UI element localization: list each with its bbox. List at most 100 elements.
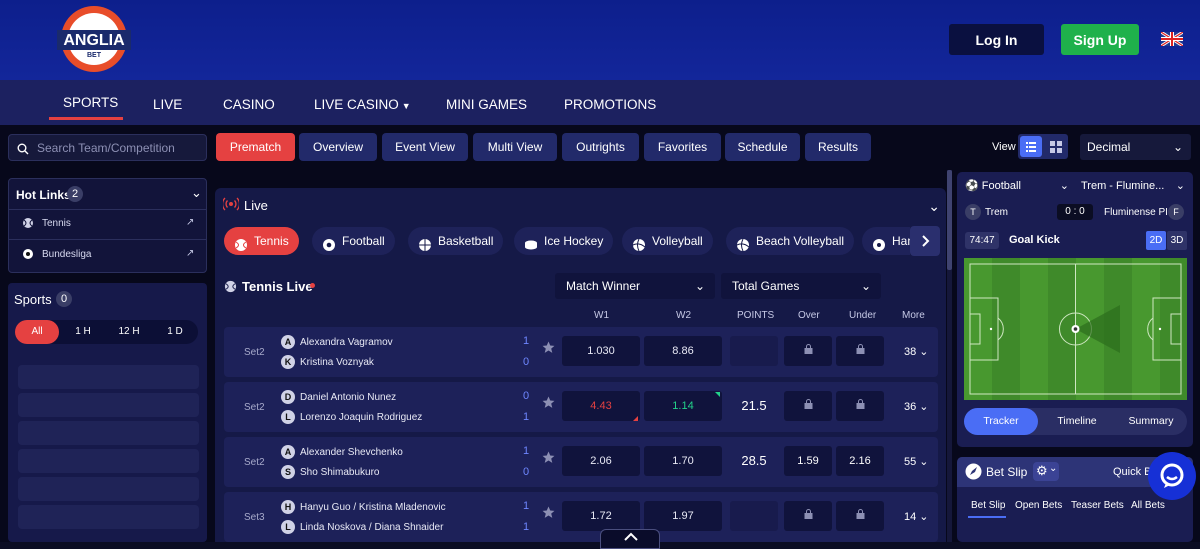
lock-icon (784, 501, 832, 531)
market-select-2[interactable]: Total Games ⌄ (721, 273, 881, 299)
filter-1h[interactable]: 1 H (61, 320, 105, 344)
mode-3d-button[interactable]: 3D (1167, 231, 1187, 250)
login-button[interactable]: Log In (949, 24, 1044, 55)
time-filter: All 1 H 12 H 1 D (15, 320, 198, 344)
hot-link-label: Bundesliga (42, 249, 92, 260)
sport-tab-football[interactable]: Football (312, 227, 395, 255)
favorite-star-icon[interactable] (542, 506, 555, 524)
chevron-down-icon[interactable]: ⌄ (928, 198, 940, 215)
grid-view-icon[interactable] (1046, 136, 1066, 157)
tab-outrights[interactable]: Outrights (562, 133, 639, 161)
tab-overview[interactable]: Overview (299, 133, 377, 161)
tab-tracker[interactable]: Tracker (964, 408, 1038, 435)
nav-live-casino[interactable]: LIVE CASINO ▼ (314, 97, 411, 112)
sport-tab-label: Tennis (254, 234, 289, 248)
sport-tab-volleyball[interactable]: Volleyball (622, 227, 713, 255)
odd-w1[interactable]: 1.72 (562, 501, 640, 531)
active-tab-underline (968, 516, 1006, 518)
favorite-star-icon[interactable] (542, 451, 555, 469)
football-icon: ⚽ (965, 180, 979, 192)
sport-tab-beach-volleyball[interactable]: Beach Volleyball (726, 227, 855, 255)
tab-results[interactable]: Results (805, 133, 871, 161)
favorite-star-icon[interactable] (542, 341, 555, 359)
odd-under[interactable]: 2.16 (836, 446, 884, 476)
team-2-score: 0 (523, 466, 530, 478)
tab-timeline[interactable]: Timeline (1040, 408, 1114, 435)
match-row[interactable]: Set2 A Alexander Shevchenko S Sho Shimab… (224, 437, 938, 487)
uk-flag-icon[interactable] (1160, 30, 1184, 48)
more-markets-button[interactable]: 55 ⌄ (904, 455, 929, 468)
scroll-up-button[interactable] (600, 529, 660, 549)
odd-over[interactable]: 1.59 (784, 446, 832, 476)
tracker-match-select[interactable]: Trem - Flumine... ⌄ (1081, 176, 1185, 196)
odd-w2[interactable]: 1.70 (644, 446, 722, 476)
external-link-icon[interactable]: ↗ (186, 248, 194, 259)
column-points: POINTS (737, 310, 775, 321)
filter-all[interactable]: All (15, 320, 59, 344)
football-icon (322, 234, 336, 262)
hot-link-tennis[interactable]: Tennis (22, 217, 71, 232)
anglia-bet-logo[interactable]: ANGLIA BET (55, 4, 133, 74)
mode-2d-button[interactable]: 2D (1146, 231, 1166, 250)
nav-mini-games[interactable]: MINI GAMES (446, 97, 527, 112)
search-input[interactable] (37, 140, 202, 156)
sport-tab-tennis[interactable]: Tennis (224, 227, 299, 255)
column-under: Under (849, 310, 877, 321)
market-select[interactable]: Match Winner ⌄ (555, 273, 715, 299)
search-box[interactable] (8, 134, 207, 161)
team-1-score: 1 (523, 500, 530, 512)
odd-w2[interactable]: 8.86 (644, 336, 722, 366)
nav-live[interactable]: LIVE (153, 97, 182, 112)
filter-1d[interactable]: 1 D (153, 320, 197, 344)
list-view-icon[interactable] (1020, 136, 1042, 157)
tab-all-bets[interactable]: All Bets (1131, 500, 1165, 511)
team-letter-badge: L (281, 520, 295, 534)
team-1-name: Alexandra Vagramov (300, 337, 393, 348)
tab-multi-view[interactable]: Multi View (473, 133, 557, 161)
sport-tab-basketball[interactable]: Basketball (408, 227, 504, 255)
nav-sports[interactable]: SPORTS (63, 95, 118, 110)
sport-item-placeholder (18, 393, 199, 417)
tab-open-bets[interactable]: Open Bets (1015, 500, 1062, 511)
tab-favorites[interactable]: Favorites (644, 133, 721, 161)
tab-summary[interactable]: Summary (1114, 408, 1188, 435)
odd-w1[interactable]: 4.43 (562, 391, 640, 421)
tracker-sport-select[interactable]: ⚽ Football ⌄ (965, 176, 1069, 196)
sport-tab-handball[interactable]: Hand (862, 227, 910, 255)
odds-format-select[interactable]: Decimal ⌄ (1080, 134, 1191, 160)
odd-w1[interactable]: 1.030 (562, 336, 640, 366)
more-markets-button[interactable]: 38 ⌄ (904, 345, 929, 358)
nav-promotions[interactable]: PROMOTIONS (564, 97, 656, 112)
chevron-right-icon[interactable] (910, 226, 940, 256)
odd-w2[interactable]: 1.14 (644, 391, 722, 421)
external-link-icon[interactable]: ↗ (186, 217, 194, 228)
filter-12h[interactable]: 12 H (107, 320, 151, 344)
chevron-down-icon[interactable]: ⌄ (191, 185, 202, 201)
sport-tab-label: Beach Volleyball (756, 234, 845, 248)
odd-w1[interactable]: 2.06 (562, 446, 640, 476)
match-row[interactable]: Set2 D Daniel Antonio Nunez L Lorenzo Jo… (224, 382, 938, 432)
match-row[interactable]: Set2 A Alexandra Vagramov K Kristina Voz… (224, 327, 938, 377)
favorite-star-icon[interactable] (542, 396, 555, 414)
more-markets-button[interactable]: 36 ⌄ (904, 400, 929, 413)
lock-icon (836, 501, 884, 531)
scrollbar-thumb[interactable] (947, 170, 952, 270)
more-markets-button[interactable]: 14 ⌄ (904, 510, 929, 523)
hot-link-bundesliga[interactable]: Bundesliga (22, 248, 91, 263)
tab-prematch[interactable]: Prematch (216, 133, 295, 161)
live-broadcast-icon (221, 197, 241, 216)
set-label: Set2 (244, 347, 265, 358)
settings-dropdown[interactable]: ⚙ ⌄ (1033, 462, 1059, 481)
chat-icon[interactable] (1148, 452, 1196, 500)
tab-schedule[interactable]: Schedule (725, 133, 800, 161)
signup-button[interactable]: Sign Up (1061, 24, 1139, 55)
hot-links-panel: Hot Links 2 ⌄ Tennis ↗ Bundesliga ↗ (8, 178, 207, 273)
tab-bet-slip[interactable]: Bet Slip (971, 500, 1005, 511)
away-score: 0 (1079, 206, 1085, 217)
match-row[interactable]: Set3 H Hanyu Guo / Kristina Mladenovic L… (224, 492, 938, 542)
nav-casino[interactable]: CASINO (223, 97, 275, 112)
odd-w2[interactable]: 1.97 (644, 501, 722, 531)
tab-teaser-bets[interactable]: Teaser Bets (1071, 500, 1124, 511)
tab-event-view[interactable]: Event View (382, 133, 468, 161)
sport-tab-ice-hockey[interactable]: Ice Hockey (514, 227, 614, 255)
